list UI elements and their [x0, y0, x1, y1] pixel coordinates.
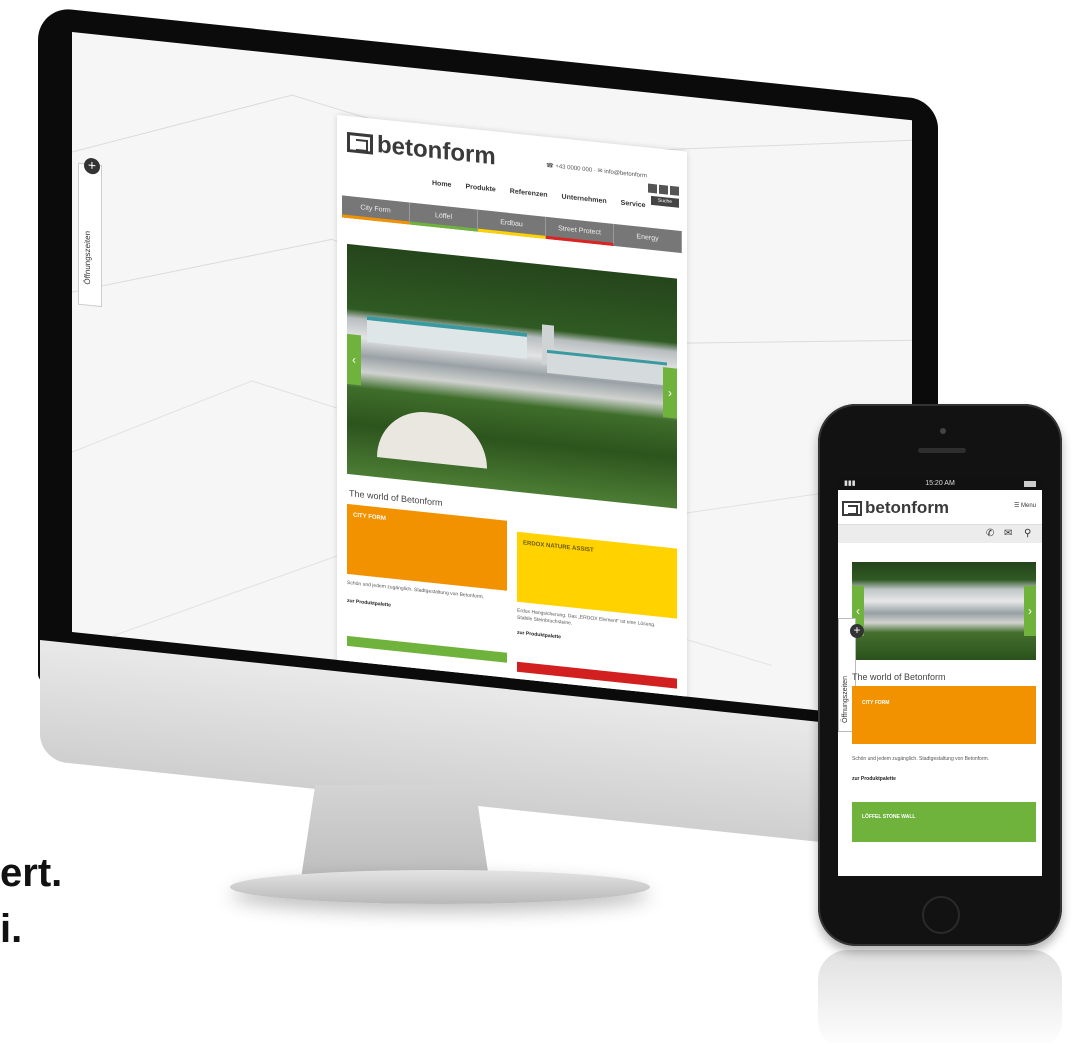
status-time: 15:20 AM [925, 480, 955, 487]
location-icon[interactable]: ⚲ [1024, 528, 1031, 539]
logo-mark-icon [347, 131, 373, 155]
plus-icon[interactable]: + [850, 624, 864, 638]
menu-button[interactable]: ☰ Menu [1014, 502, 1036, 509]
slider-next-button[interactable]: › [1024, 586, 1036, 636]
mobile-header: betonform ☰ Menu [838, 490, 1042, 525]
tagline: ert. i. [0, 845, 62, 957]
opening-hours-label: Öffnungszeiten [83, 230, 92, 286]
tile-label: CITY FORM [862, 700, 890, 706]
factory-building [547, 349, 667, 386]
category-loeffel[interactable]: Löffel [410, 202, 478, 232]
phone-icon[interactable]: ✆ [986, 528, 994, 539]
tile-link[interactable]: zur Produktpalette [852, 776, 896, 782]
opening-hours-tab[interactable]: Öffnungszeiten [78, 162, 102, 308]
nav-item-referenzen[interactable]: Referenzen [510, 188, 548, 199]
desktop-screen: Öffnungszeiten + betonform ☎ +43 0000 00… [72, 32, 912, 721]
speaker [918, 448, 966, 453]
tile-city-form[interactable]: CITY FORM [852, 686, 1036, 744]
contact-info[interactable]: ☎ +43 0000 000 · ✉ info@betonform [546, 162, 647, 180]
social-icon[interactable] [659, 184, 668, 195]
tile-label: ERDOX NATURE ASSIST [523, 540, 594, 554]
mobile-logo[interactable]: betonform [842, 498, 949, 518]
main-nav: Home Produkte Referenzen Unternehmen Ser… [432, 180, 646, 209]
signal-icon: ▮▮▮ [844, 480, 856, 487]
tagline-line-1: ert. [0, 851, 63, 895]
website: betonform ☎ +43 0000 000 · ✉ info@betonf… [337, 114, 687, 712]
category-erdbau[interactable]: Erdbau [478, 209, 546, 239]
social-icon[interactable] [648, 183, 657, 194]
tile-erdox[interactable]: ERDOX NATURE ASSIST [517, 531, 677, 619]
factory-building [367, 316, 527, 359]
category-city-form[interactable]: City Form [342, 195, 410, 225]
mail-icon[interactable]: ✉ [1004, 528, 1012, 539]
logo-text: betonform [377, 131, 496, 171]
nav-item-home[interactable]: Home [432, 180, 451, 189]
social-icon[interactable] [670, 185, 679, 196]
battery-icon [1024, 481, 1036, 487]
tile-loeffel[interactable]: LÖFFEL STONE WALL [852, 802, 1036, 842]
tile-description: Schön und jedem zugänglich. Stadtgestalt… [852, 756, 990, 762]
mobile-screen: ▮▮▮ 15:20 AM betonform ☰ Menu ✆ ✉ ⚲ ‹ › [838, 478, 1042, 876]
opening-hours-label: Öffnungszeiten [842, 676, 849, 723]
section-title: The world of Betonform [852, 672, 946, 682]
logo-mark-icon [842, 500, 862, 516]
logo-text: betonform [865, 498, 950, 517]
tile-label: LÖFFEL STONE WALL [862, 814, 916, 820]
phone-reflection [818, 950, 1062, 1043]
category-energy[interactable]: Energy [614, 223, 682, 254]
nav-item-service[interactable]: Service [621, 200, 646, 210]
tile-label: CITY FORM [353, 512, 386, 522]
promo-scene: Öffnungszeiten + betonform ☎ +43 0000 00… [0, 0, 1072, 1043]
tile-link[interactable]: zur Produktpalette [517, 630, 561, 641]
gravel-pile [377, 407, 487, 469]
imac-base [230, 870, 650, 904]
menu-label: Menu [1020, 503, 1036, 509]
social-links [648, 183, 679, 196]
category-street-protect[interactable]: Street Protect [546, 216, 614, 246]
tile-green-strip[interactable] [347, 635, 507, 663]
nav-item-unternehmen[interactable]: Unternehmen [562, 193, 607, 205]
search-button[interactable]: Suche [651, 195, 679, 208]
camera [940, 428, 946, 434]
iphone: ▮▮▮ 15:20 AM betonform ☰ Menu ✆ ✉ ⚲ ‹ › [818, 404, 1062, 946]
tile-link[interactable]: zur Produktpalette [347, 598, 391, 609]
hero-slider: ‹ › [347, 243, 677, 509]
tile-city-form[interactable]: CITY FORM [347, 503, 507, 591]
nav-item-produkte[interactable]: Produkte [465, 183, 495, 193]
home-button[interactable] [922, 896, 960, 934]
tagline-line-2: i. [0, 907, 23, 951]
slider-prev-button[interactable]: ‹ [347, 333, 361, 386]
status-bar: ▮▮▮ 15:20 AM [838, 478, 1042, 490]
logo[interactable]: betonform [347, 128, 496, 172]
mobile-toolbar: ✆ ✉ ⚲ [838, 525, 1042, 543]
slider-next-button[interactable]: › [663, 367, 677, 419]
mobile-hero-slider: ‹ › [852, 562, 1036, 660]
